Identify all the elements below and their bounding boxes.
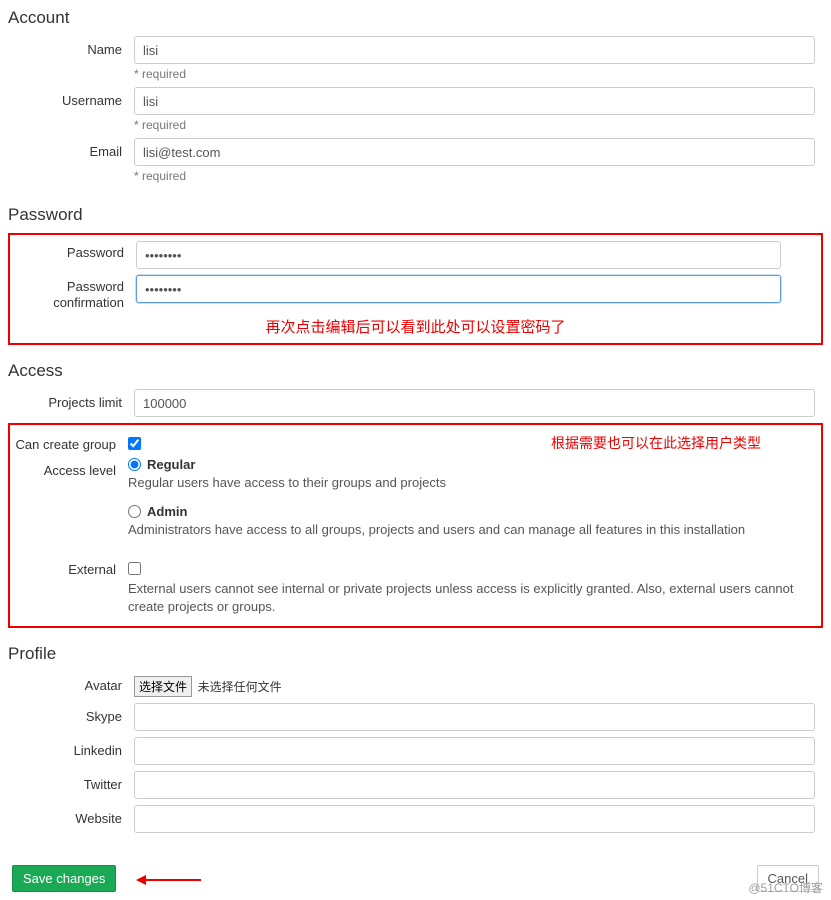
password-annotation: 再次点击编辑后可以看到此处可以设置密码了 bbox=[10, 316, 821, 337]
website-row: Website bbox=[8, 805, 823, 833]
regular-desc: Regular users have access to their group… bbox=[128, 474, 821, 492]
skype-label: Skype bbox=[8, 703, 134, 724]
save-button[interactable]: Save changes bbox=[12, 865, 116, 892]
name-required: * required bbox=[134, 67, 815, 81]
admin-label: Admin bbox=[147, 504, 187, 519]
password-title: Password bbox=[8, 205, 823, 225]
admin-desc: Administrators have access to all groups… bbox=[128, 521, 821, 539]
skype-input[interactable] bbox=[134, 703, 815, 731]
website-label: Website bbox=[8, 805, 134, 826]
admin-radio[interactable] bbox=[128, 505, 141, 518]
account-section: Account Name * required Username * requi… bbox=[0, 0, 831, 197]
can-create-group-label: Can create group bbox=[10, 431, 128, 452]
name-input[interactable] bbox=[134, 36, 815, 64]
access-title: Access bbox=[8, 361, 823, 381]
avatar-row: Avatar 选择文件 未选择任何文件 bbox=[8, 672, 823, 697]
regular-radio[interactable] bbox=[128, 458, 141, 471]
profile-section: Profile Avatar 选择文件 未选择任何文件 Skype Linked… bbox=[0, 636, 831, 847]
linkedin-label: Linkedin bbox=[8, 737, 134, 758]
password-confirm-row: Password confirmation bbox=[50, 275, 781, 310]
twitter-row: Twitter bbox=[8, 771, 823, 799]
password-confirm-label: Password confirmation bbox=[50, 275, 136, 310]
watermark-text: @51CTO博客 bbox=[748, 879, 823, 896]
password-confirm-input[interactable] bbox=[136, 275, 781, 303]
website-input[interactable] bbox=[134, 805, 815, 833]
external-desc: External users cannot see internal or pr… bbox=[128, 580, 821, 616]
button-row: Save changes Cancel bbox=[0, 857, 831, 900]
skype-row: Skype bbox=[8, 703, 823, 731]
external-checkbox[interactable] bbox=[128, 562, 141, 575]
arrow-annotation-icon bbox=[136, 871, 201, 886]
file-status-text: 未选择任何文件 bbox=[198, 680, 282, 694]
access-level-row: Access level Regular Regular users have … bbox=[10, 457, 821, 551]
email-input[interactable] bbox=[134, 138, 815, 166]
name-row: Name * required bbox=[8, 36, 823, 81]
regular-label: Regular bbox=[147, 457, 195, 472]
password-row: Password bbox=[50, 241, 781, 269]
access-annotation: 根据需要也可以在此选择用户类型 bbox=[386, 431, 822, 457]
username-required: * required bbox=[134, 118, 815, 132]
access-highlight-box: Can create group 根据需要也可以在此选择用户类型 Access … bbox=[8, 423, 823, 628]
profile-title: Profile bbox=[8, 644, 823, 664]
password-input[interactable] bbox=[136, 241, 781, 269]
email-row: Email * required bbox=[8, 138, 823, 183]
account-title: Account bbox=[8, 8, 823, 28]
can-create-group-checkbox[interactable] bbox=[128, 437, 141, 450]
twitter-input[interactable] bbox=[134, 771, 815, 799]
twitter-label: Twitter bbox=[8, 771, 134, 792]
projects-limit-input[interactable] bbox=[134, 389, 815, 417]
username-label: Username bbox=[8, 87, 134, 108]
choose-file-button[interactable]: 选择文件 bbox=[134, 676, 192, 697]
projects-limit-row: Projects limit bbox=[8, 389, 823, 417]
password-section: Password bbox=[0, 197, 831, 225]
projects-limit-label: Projects limit bbox=[8, 389, 134, 410]
external-label: External bbox=[10, 556, 128, 577]
email-required: * required bbox=[134, 169, 815, 183]
email-label: Email bbox=[8, 138, 134, 159]
external-row: External External users cannot see inter… bbox=[10, 556, 821, 620]
can-create-group-row: Can create group bbox=[10, 431, 386, 453]
linkedin-input[interactable] bbox=[134, 737, 815, 765]
avatar-label: Avatar bbox=[8, 672, 134, 693]
username-input[interactable] bbox=[134, 87, 815, 115]
linkedin-row: Linkedin bbox=[8, 737, 823, 765]
access-section: Access Projects limit bbox=[0, 353, 831, 417]
username-row: Username * required bbox=[8, 87, 823, 132]
password-highlight-box: Password Password confirmation 再次点击编辑后可以… bbox=[8, 233, 823, 345]
access-level-label: Access level bbox=[10, 457, 128, 478]
password-label: Password bbox=[50, 241, 136, 261]
name-label: Name bbox=[8, 36, 134, 57]
